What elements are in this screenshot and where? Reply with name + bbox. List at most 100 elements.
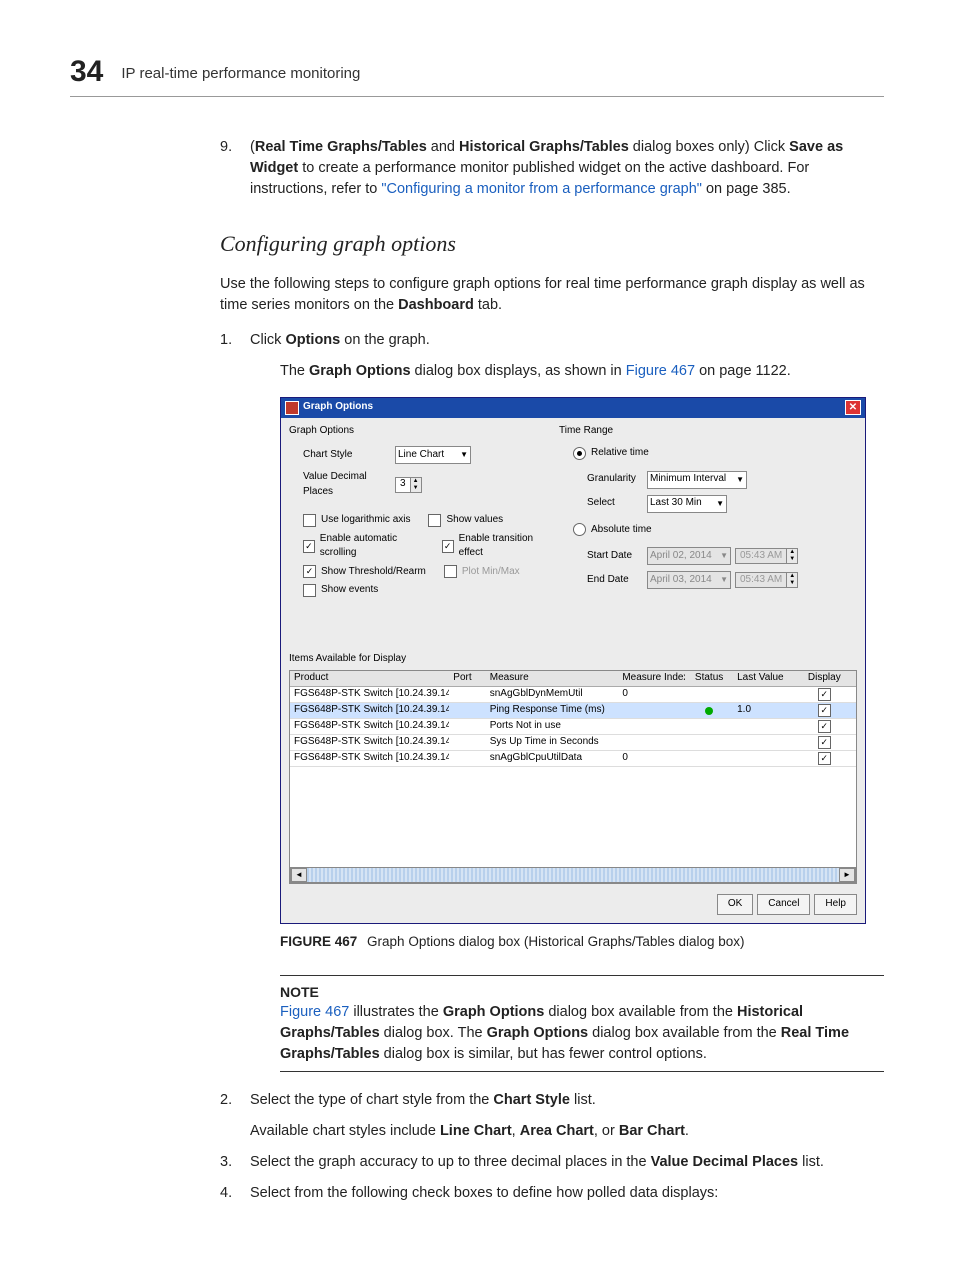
bold-text: Graph Options: [487, 1025, 589, 1041]
bold-text: Bar Chart: [619, 1123, 685, 1139]
chevron-down-icon: ▼: [736, 474, 744, 486]
value-decimal-places-spinner[interactable]: 3 ▲▼: [395, 477, 422, 493]
table-row[interactable]: FGS648P-STK Switch [10.24.39.149]snAgGbl…: [290, 687, 856, 703]
show-events-checkbox[interactable]: [303, 584, 316, 597]
table-row[interactable]: FGS648P-STK Switch [10.24.39.149]snAgGbl…: [290, 751, 856, 767]
col-status[interactable]: Status: [685, 671, 733, 686]
scroll-right-icon[interactable]: ►: [839, 868, 855, 882]
cell-display: [802, 720, 847, 733]
ok-button[interactable]: OK: [717, 894, 753, 915]
display-checkbox[interactable]: [818, 704, 831, 717]
spinner-arrows-icon[interactable]: ▲▼: [410, 478, 421, 492]
dialog-titlebar: Graph Options ✕: [281, 398, 865, 418]
checkbox-label: Use logarithmic axis: [321, 513, 410, 528]
enable-autoscroll-checkbox[interactable]: [303, 540, 315, 553]
spinner-arrows-icon: ▲▼: [786, 573, 797, 587]
text: Select the type of chart style from the: [250, 1092, 493, 1108]
table-row[interactable]: FGS648P-STK Switch [10.24.39.149]Ports N…: [290, 719, 856, 735]
spinner-arrows-icon: ▲▼: [786, 549, 797, 563]
cell-display: [802, 704, 847, 717]
text: Use the following steps to configure gra…: [220, 276, 865, 313]
granularity-select[interactable]: Minimum Interval ▼: [647, 471, 747, 489]
end-date-field: April 03, 2014 ▼: [647, 571, 731, 589]
spinner-value: 3: [396, 478, 410, 492]
use-logarithmic-checkbox[interactable]: [303, 514, 316, 527]
text: dialog box available from the: [588, 1025, 781, 1041]
range-value: Last 30 Min: [650, 496, 702, 511]
page-header: 34 IP real-time performance monitoring: [70, 50, 884, 97]
text: Available chart styles include: [250, 1123, 440, 1139]
range-select[interactable]: Last 30 Min ▼: [647, 495, 727, 513]
close-icon[interactable]: ✕: [845, 400, 861, 415]
checkbox-label: Enable transition effect: [459, 532, 549, 561]
display-checkbox[interactable]: [818, 688, 831, 701]
bold-text: Value Decimal Places: [651, 1154, 799, 1170]
cell-product: FGS648P-STK Switch [10.24.39.149]: [290, 719, 449, 734]
text: dialog box available from the: [544, 1004, 737, 1020]
end-time-value: 05:43 AM: [736, 573, 786, 587]
step-number: 3.: [220, 1152, 232, 1173]
col-measure[interactable]: Measure: [486, 671, 619, 686]
checkbox-label: Enable automatic scrolling: [320, 532, 424, 561]
chart-style-value: Line Chart: [398, 448, 444, 463]
chevron-down-icon: ▼: [720, 574, 728, 586]
checkbox-label: Show values: [446, 513, 503, 528]
horizontal-scrollbar[interactable]: ◄ ►: [290, 867, 856, 883]
scroll-left-icon[interactable]: ◄: [291, 868, 307, 882]
display-checkbox[interactable]: [818, 720, 831, 733]
chart-style-select[interactable]: Line Chart ▼: [395, 446, 471, 464]
start-date-value: April 02, 2014: [650, 549, 712, 564]
table-row[interactable]: FGS648P-STK Switch [10.24.39.149]Ping Re…: [290, 703, 856, 719]
col-last-value[interactable]: Last Value: [733, 671, 802, 686]
start-time-spinner: 05:43 AM ▲▼: [735, 548, 798, 564]
cell-product: FGS648P-STK Switch [10.24.39.149]: [290, 735, 449, 750]
text: tab.: [474, 297, 502, 313]
figure-link[interactable]: Figure 467: [626, 363, 695, 379]
step-1-sub: The Graph Options dialog box displays, a…: [250, 361, 884, 382]
granularity-value: Minimum Interval: [650, 472, 726, 487]
step-number: 2.: [220, 1090, 232, 1111]
cell-measure: Sys Up Time in Seconds: [486, 735, 619, 750]
cancel-button[interactable]: Cancel: [757, 894, 810, 915]
items-available-label: Items Available for Display: [289, 652, 857, 667]
figure-label: FIGURE 467: [280, 934, 357, 949]
help-button[interactable]: Help: [814, 894, 857, 915]
granularity-label: Granularity: [587, 472, 647, 487]
step-2-sub: Available chart styles include Line Char…: [250, 1121, 884, 1142]
checkbox-label: Show Threshold/Rearm: [321, 565, 426, 580]
text: .: [685, 1123, 689, 1139]
plot-minmax-checkbox: [444, 565, 457, 578]
graph-options-dialog: Graph Options ✕ Graph Options Chart St: [280, 397, 866, 924]
cell-measure-index: 0: [618, 687, 685, 702]
col-display[interactable]: Display: [802, 671, 847, 686]
show-values-checkbox[interactable]: [428, 514, 441, 527]
text: Select the graph accuracy to up to three…: [250, 1154, 651, 1170]
page-number: 34: [70, 50, 103, 94]
text: and: [427, 139, 459, 155]
text: illustrates the: [349, 1004, 443, 1020]
show-threshold-checkbox[interactable]: [303, 565, 316, 578]
text: Click: [250, 332, 285, 348]
time-range-label: Time Range: [559, 424, 857, 439]
figure-link[interactable]: Figure 467: [280, 1004, 349, 1020]
display-checkbox[interactable]: [818, 736, 831, 749]
text: on page 385.: [702, 181, 791, 197]
relative-time-radio[interactable]: [573, 447, 586, 460]
absolute-time-radio[interactable]: [573, 523, 586, 536]
col-product[interactable]: Product: [290, 671, 449, 686]
page-title: IP real-time performance monitoring: [121, 63, 360, 85]
display-checkbox[interactable]: [818, 752, 831, 765]
bold-text: Real Time Graphs/Tables: [255, 139, 427, 155]
cross-reference-link[interactable]: "Configuring a monitor from a performanc…: [381, 181, 702, 197]
enable-transition-checkbox[interactable]: [442, 540, 454, 553]
text: dialog box displays, as shown in: [411, 363, 626, 379]
table-row[interactable]: FGS648P-STK Switch [10.24.39.149] Sys Up …: [290, 735, 856, 751]
col-measure-index[interactable]: Measure Index: [618, 671, 685, 686]
note-title: NOTE: [280, 982, 884, 1002]
col-port[interactable]: Port: [449, 671, 485, 686]
bold-text: Chart Style: [493, 1092, 570, 1108]
cell-status: [685, 707, 733, 715]
cell-measure: snAgGblCpuUtilData: [486, 751, 619, 766]
start-time-value: 05:43 AM: [736, 549, 786, 563]
end-time-spinner: 05:43 AM ▲▼: [735, 572, 798, 588]
